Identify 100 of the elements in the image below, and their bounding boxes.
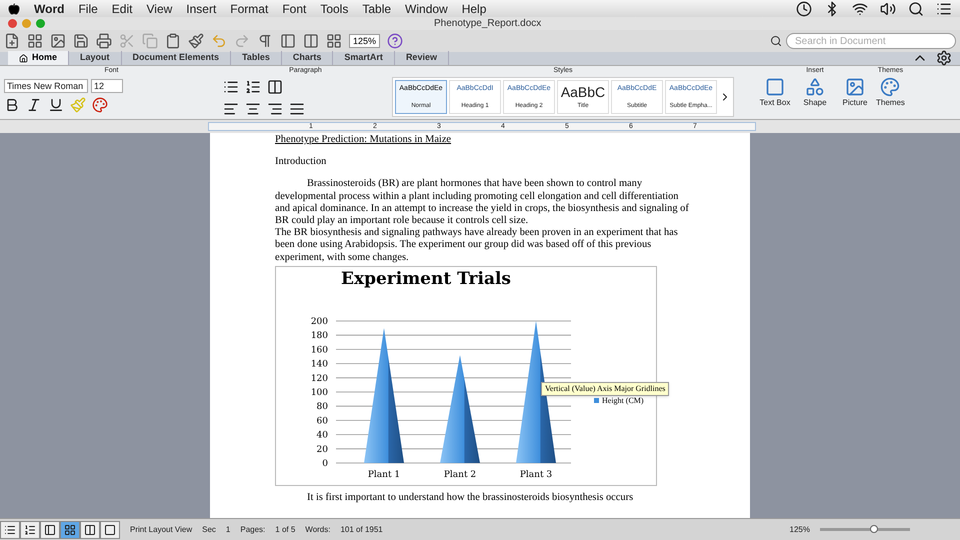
home-icon bbox=[19, 54, 28, 62]
window-title: Phenotype_Report.docx bbox=[434, 17, 542, 31]
axis-tick-label: 20 bbox=[316, 444, 328, 455]
view-icon bbox=[84, 524, 96, 536]
view-button[interactable] bbox=[80, 520, 100, 538]
words-label: Words: bbox=[305, 524, 330, 536]
section-heading: Introduction bbox=[275, 156, 328, 168]
view-button[interactable] bbox=[60, 520, 80, 538]
pilcrow-icon[interactable] bbox=[257, 33, 273, 49]
word-count: 101 of 1951 bbox=[340, 524, 383, 536]
ribbon-tab[interactable]: Review bbox=[394, 51, 449, 65]
paragraph: Brassinosteroids (BR) are plant hormones that have been shown to control many developmental process within a plant including promoting cell elongation and cell differentiation and apical dominance. In an attempt to increase the yield in crops, the biosynthesis and signaling of BR could play an important role because it controls cell size. bbox=[275, 178, 690, 228]
axis-tick-label: 160 bbox=[310, 345, 328, 356]
wifi-icon[interactable] bbox=[852, 0, 868, 16]
font-name-field[interactable]: Times New Roman bbox=[4, 78, 88, 92]
apple-logo-icon[interactable] bbox=[8, 2, 20, 14]
ribbon-tab[interactable]: Charts bbox=[282, 51, 334, 65]
clock-icon[interactable] bbox=[796, 0, 812, 16]
view-button[interactable] bbox=[100, 520, 120, 538]
insert-button[interactable]: Text Box bbox=[760, 96, 790, 108]
ribbon-tab[interactable]: Document Elements bbox=[122, 51, 232, 65]
view-icon bbox=[24, 524, 36, 536]
section-label: Sec bbox=[202, 524, 216, 536]
insert-button[interactable]: Picture bbox=[842, 96, 868, 108]
axis-tick-label: 40 bbox=[316, 430, 328, 440]
font-size-field[interactable]: 12 bbox=[91, 78, 123, 92]
shapes-icon[interactable] bbox=[805, 76, 825, 96]
view-button[interactable] bbox=[0, 520, 20, 538]
grid-icon[interactable] bbox=[326, 33, 342, 49]
ribbon-tab[interactable]: SmartArt bbox=[333, 51, 395, 65]
search-icon[interactable] bbox=[908, 0, 924, 16]
ribbon-tab[interactable]: Tables bbox=[231, 51, 282, 65]
menu-item[interactable]: File bbox=[78, 0, 98, 18]
category-label: Plant 3 bbox=[520, 470, 552, 480]
themes-button[interactable]: Themes bbox=[876, 96, 905, 108]
ribbon-tab[interactable]: Layout bbox=[69, 51, 122, 65]
italic-icon[interactable] bbox=[26, 96, 42, 112]
view-button[interactable] bbox=[40, 520, 60, 538]
menu-item[interactable]: Edit bbox=[112, 0, 132, 18]
view-button[interactable] bbox=[20, 520, 40, 538]
square-icon[interactable] bbox=[765, 76, 785, 96]
paintbrush-icon[interactable] bbox=[188, 33, 204, 49]
axis-tick-label: 100 bbox=[310, 388, 328, 398]
zoom-thumb[interactable] bbox=[870, 525, 878, 533]
gallery-icon[interactable] bbox=[27, 33, 43, 49]
clipboard-icon[interactable] bbox=[165, 33, 181, 49]
ribbon-tab[interactable]: Home bbox=[8, 51, 70, 65]
new-document-icon[interactable] bbox=[4, 33, 20, 49]
save-icon[interactable] bbox=[73, 33, 89, 49]
axis-tick-label: 0 bbox=[322, 458, 328, 469]
paragraph: The BR biosynthesis and signaling pathways have already been proven in an experiment that has been done using Arabidopsis. The experiment our group did was based off of this previous experiment, with some changes. bbox=[275, 227, 679, 264]
menu-item[interactable]: Format bbox=[230, 0, 268, 18]
section-number: 1 bbox=[226, 524, 230, 536]
document-title: Phenotype Prediction: Mutations in Maize bbox=[275, 134, 452, 146]
align-right-icon[interactable] bbox=[267, 100, 283, 116]
bullets-icon[interactable] bbox=[223, 78, 239, 94]
menu-item[interactable]: Help bbox=[462, 0, 486, 18]
settings-icon[interactable] bbox=[936, 50, 952, 66]
category-label: Plant 1 bbox=[368, 470, 400, 480]
axis-tick-label: 140 bbox=[310, 359, 328, 370]
print-icon[interactable] bbox=[96, 33, 112, 49]
picture-icon[interactable] bbox=[845, 76, 865, 96]
view-name: Print Layout View bbox=[130, 524, 192, 536]
view-icon bbox=[64, 524, 76, 536]
insert-button[interactable]: Shape bbox=[803, 96, 827, 108]
volume-icon[interactable] bbox=[880, 0, 896, 16]
category-label: Plant 2 bbox=[444, 470, 476, 480]
axis-tick-label: 200 bbox=[310, 316, 328, 327]
zoom-slider[interactable] bbox=[820, 528, 910, 531]
axis-tick-label: 60 bbox=[316, 416, 328, 426]
menu-item[interactable]: Table bbox=[362, 0, 392, 18]
pages-label: Pages: bbox=[240, 524, 266, 536]
search-icon[interactable] bbox=[770, 35, 782, 47]
menu-item[interactable]: Tools bbox=[320, 0, 348, 18]
numbering-icon[interactable] bbox=[245, 78, 261, 94]
chart-title: Experiment Trials bbox=[340, 272, 512, 286]
menu-item[interactable]: View bbox=[146, 0, 172, 18]
search-field[interactable]: Search in Document bbox=[786, 33, 956, 49]
menu-item[interactable]: Font bbox=[282, 0, 306, 18]
menu-item[interactable]: Insert bbox=[186, 0, 216, 18]
help-icon[interactable] bbox=[387, 33, 404, 49]
tooltip: Vertical (Value) Axis Major Gridlines bbox=[541, 382, 670, 396]
zoom-reading: 125% bbox=[790, 524, 810, 536]
justify-icon[interactable] bbox=[289, 100, 305, 116]
menu-item[interactable]: Window bbox=[405, 0, 448, 18]
sidebar-icon[interactable] bbox=[280, 33, 296, 49]
menu-app[interactable]: Word bbox=[34, 0, 64, 18]
view-icon bbox=[104, 524, 116, 536]
zoom-field[interactable]: 125% bbox=[349, 34, 380, 48]
columns-icon[interactable] bbox=[267, 78, 283, 94]
align-center-icon[interactable] bbox=[245, 100, 261, 116]
page-count: 1 of 5 bbox=[275, 524, 296, 536]
list-icon[interactable] bbox=[936, 0, 952, 16]
axis-tick-label: 120 bbox=[310, 374, 328, 384]
paragraph: It is first important to understand how the brassinosteroids biosynthesis occurs bbox=[306, 492, 634, 504]
underline-icon[interactable] bbox=[48, 96, 64, 112]
align-left-icon[interactable] bbox=[223, 100, 239, 116]
axis-tick-label: 180 bbox=[310, 331, 328, 342]
palette-icon[interactable] bbox=[880, 76, 900, 96]
axis-tick-label: 80 bbox=[316, 402, 328, 412]
